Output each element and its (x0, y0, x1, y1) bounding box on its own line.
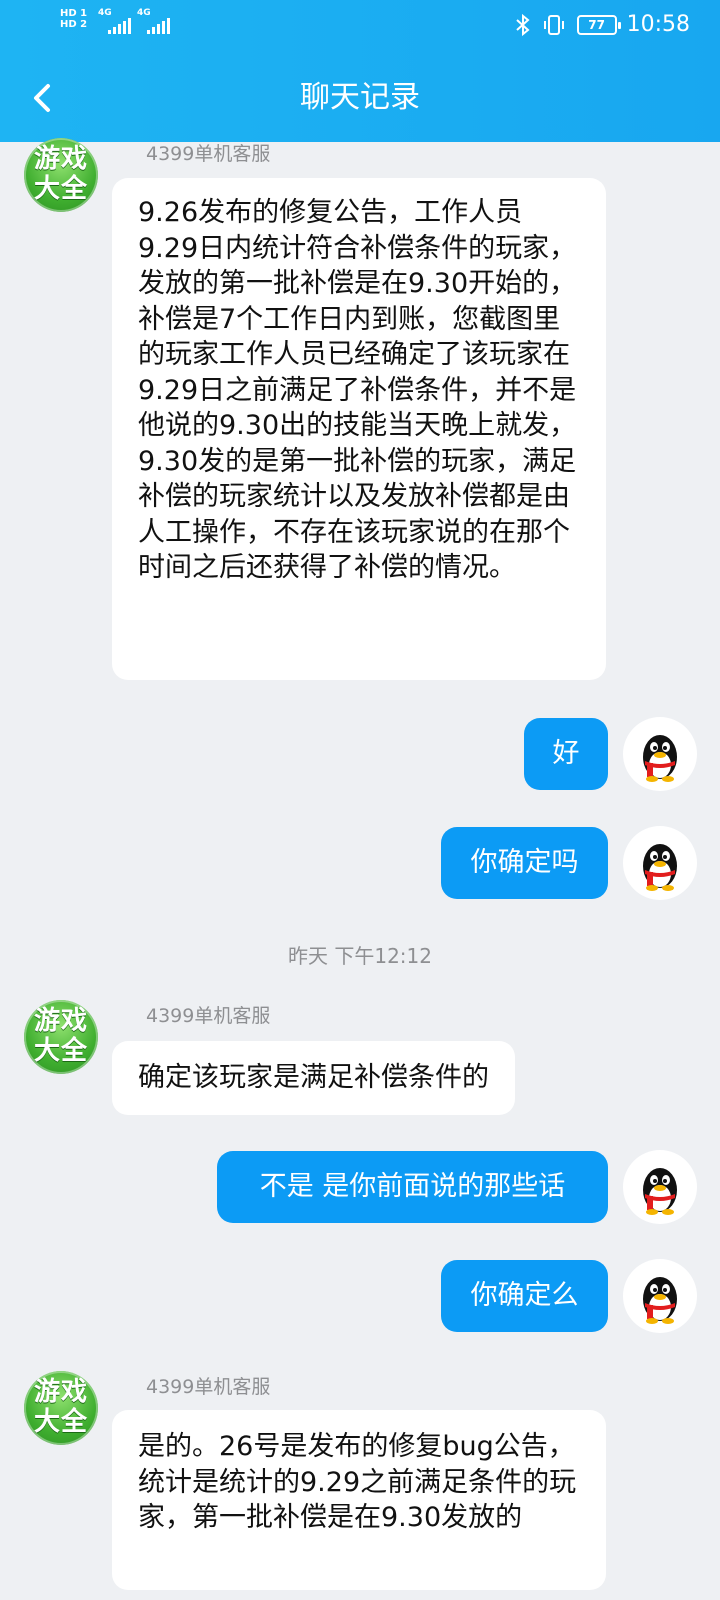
service-avatar[interactable]: 游戏 大全 (24, 1000, 98, 1074)
sim2-label: HD 2 (60, 19, 88, 30)
clock: 10:58 (626, 12, 690, 37)
sender-name: 4399单机客服 (146, 1376, 271, 1398)
message-bubble-outgoing[interactable]: 不是 是你前面说的那些话 (217, 1151, 608, 1223)
qq-penguin-icon (643, 1168, 677, 1215)
message-bubble-incoming[interactable]: 是的。26号是发布的修复bug公告，统计是统计的9.29之前满足条件的玩家，第一… (112, 1410, 606, 1590)
message-bubble-incoming[interactable]: 9.26发布的修复公告，工作人员9.29日内统计符合补偿条件的玩家，发放的第一批… (112, 178, 606, 680)
battery-icon: 77 (576, 14, 621, 35)
message-bubble-outgoing[interactable]: 好 (524, 718, 608, 790)
status-bar: HD 1 HD 2 4G 4G 77 10:58 (0, 0, 720, 54)
service-avatar-text: 游戏 大全 (33, 144, 88, 204)
vibrate-icon (543, 14, 564, 35)
signal-bars-1-icon (108, 18, 131, 34)
title-bar: 聊天记录 (0, 54, 720, 142)
bluetooth-icon (515, 13, 530, 36)
user-avatar[interactable] (623, 1150, 697, 1224)
service-avatar-text: 游戏 大全 (33, 1006, 88, 1066)
service-avatar[interactable]: 游戏 大全 (24, 1371, 98, 1445)
service-avatar-text: 游戏 大全 (33, 1377, 88, 1437)
user-avatar[interactable] (623, 1259, 697, 1333)
message-bubble-outgoing[interactable]: 你确定吗 (441, 827, 608, 899)
sender-name: 4399单机客服 (146, 143, 271, 165)
service-avatar[interactable]: 游戏 大全 (24, 138, 98, 212)
sim-labels: HD 1 HD 2 (60, 8, 87, 30)
sender-name: 4399单机客服 (146, 1005, 271, 1027)
qq-penguin-icon (643, 1277, 677, 1324)
qq-penguin-icon (643, 844, 677, 891)
timestamp: 昨天 下午12:12 (288, 944, 432, 968)
user-avatar[interactable] (623, 717, 697, 791)
qq-penguin-icon (643, 735, 677, 782)
sim1-label: HD 1 (60, 8, 88, 19)
user-avatar[interactable] (623, 826, 697, 900)
battery-level: 77 (588, 17, 605, 32)
signal-bars-2-icon (147, 18, 170, 34)
page-title: 聊天记录 (300, 80, 420, 115)
message-bubble-outgoing[interactable]: 你确定么 (441, 1260, 608, 1332)
message-bubble-incoming[interactable]: 确定该玩家是满足补偿条件的 (112, 1041, 515, 1115)
status-right: 77 10:58 (515, 12, 690, 37)
